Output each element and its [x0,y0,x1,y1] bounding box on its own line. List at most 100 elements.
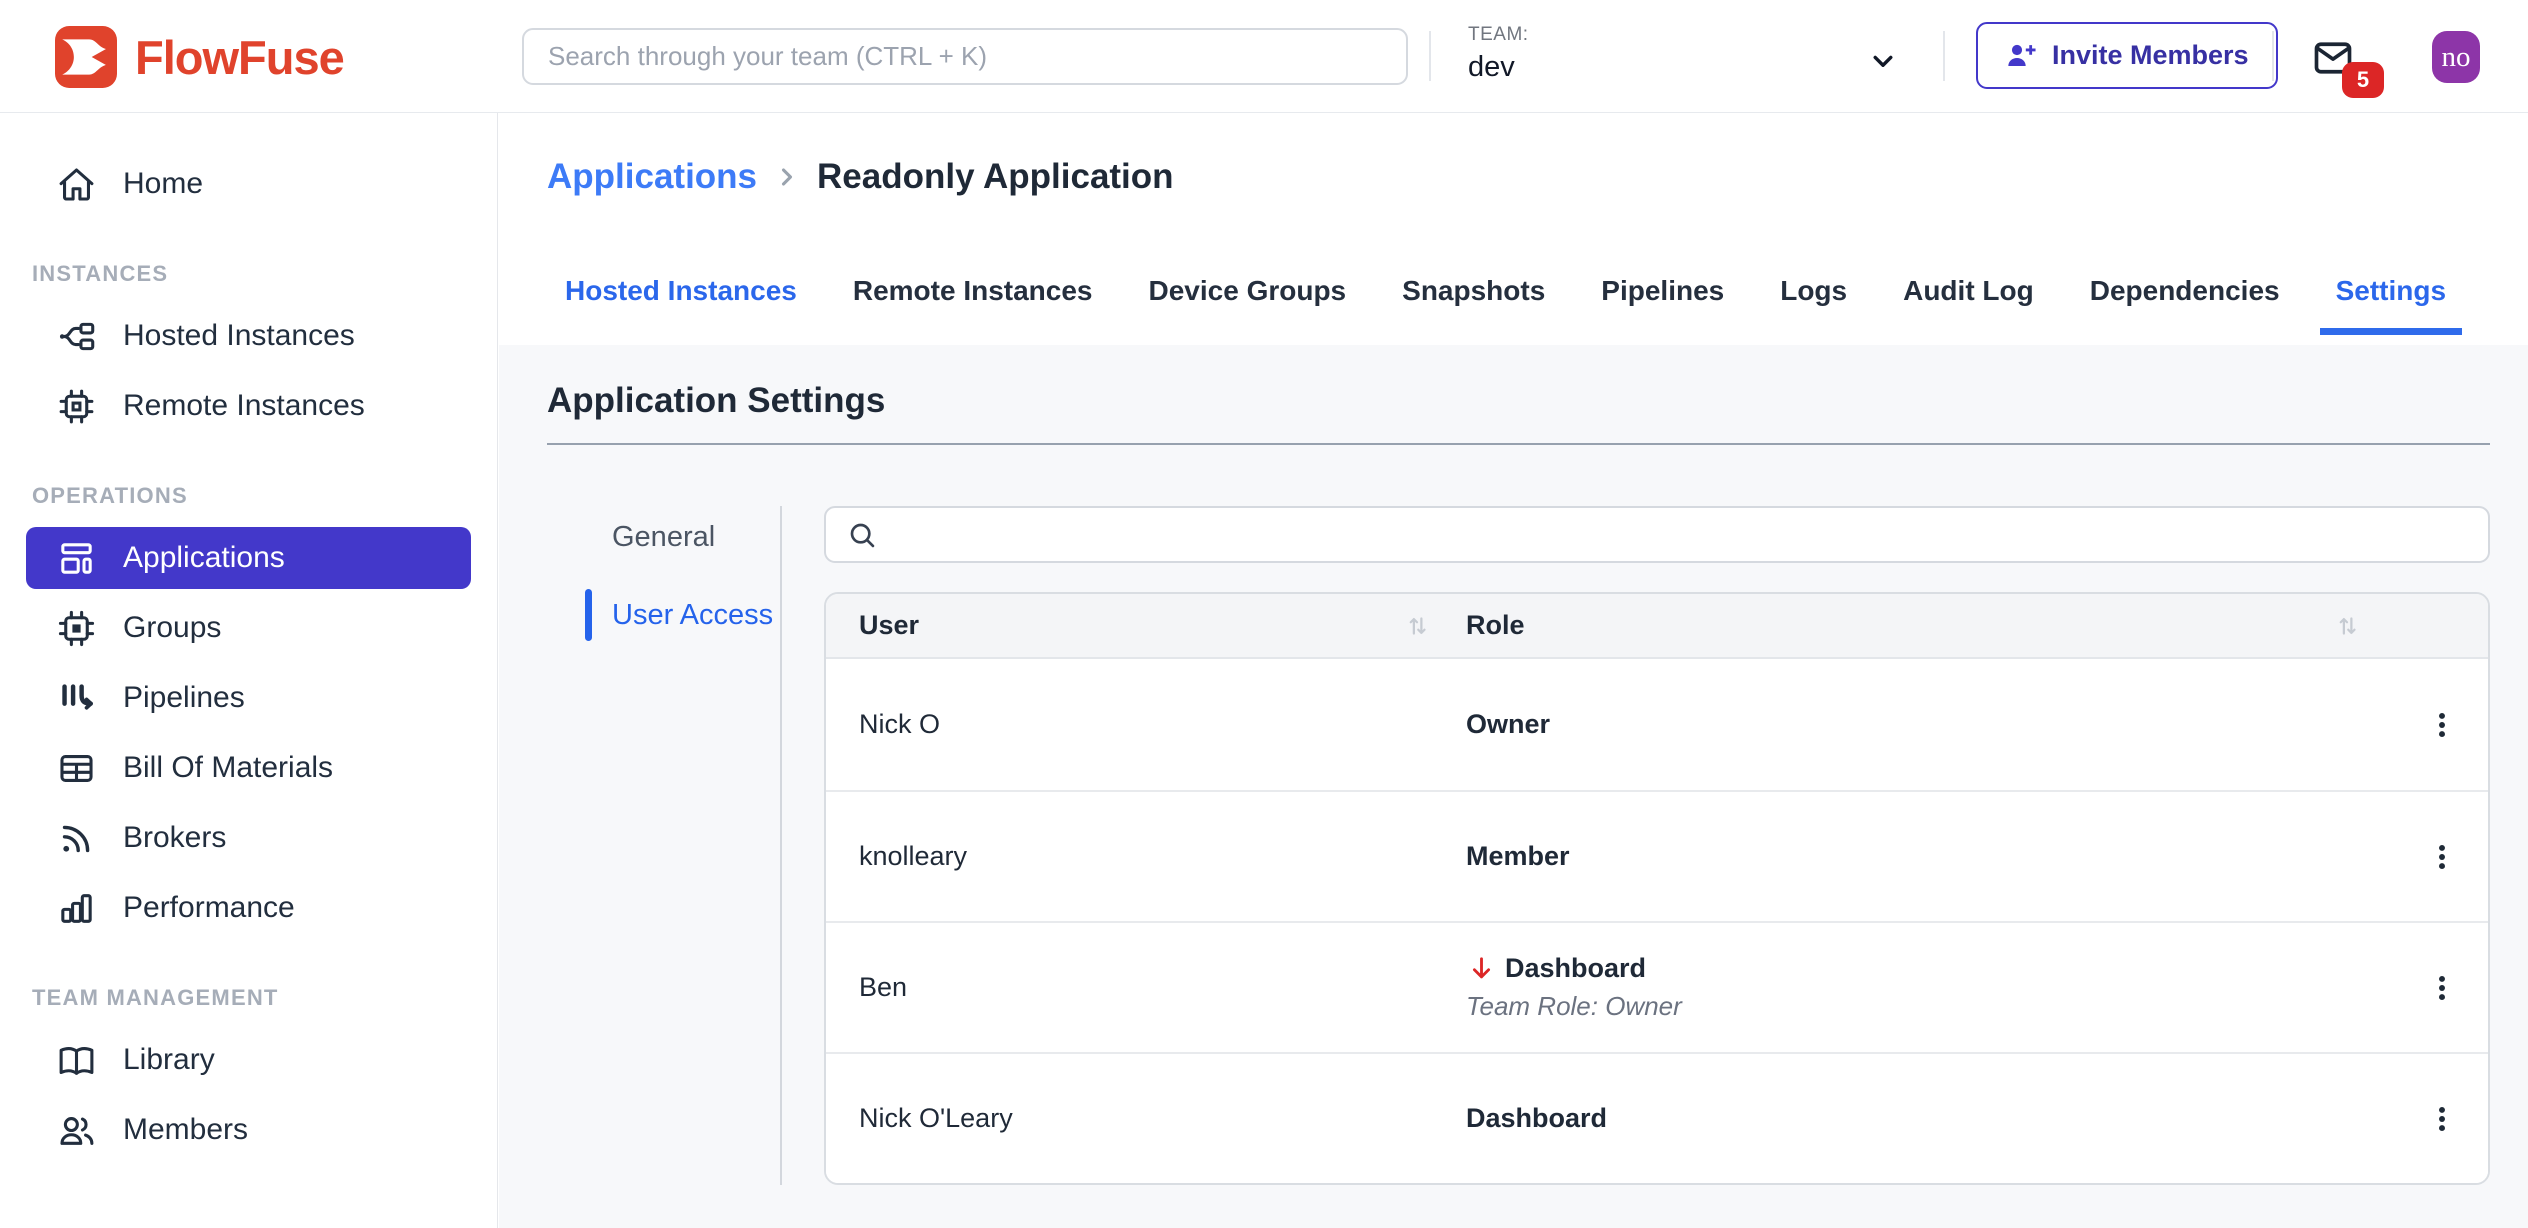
kebab-menu-icon [2425,971,2459,1005]
sidebar-item-label: Applications [123,541,285,575]
team-label: TEAM: [1468,24,1529,46]
user-search-box [824,506,2490,563]
bar-chart-icon [56,888,97,929]
team-selector[interactable]: TEAM: dev [1468,24,1529,84]
sidebar-section-operations: OPERATIONS [32,483,497,509]
sidebar-section-instances: INSTANCES [32,261,497,287]
tab-device-groups[interactable]: Device Groups [1133,253,1363,335]
sort-icon[interactable] [2332,611,2362,641]
hosted-instances-icon [56,316,97,357]
chevron-down-icon[interactable] [1866,44,1900,78]
role-override-arrow-down-icon [1466,953,1497,984]
chip-icon [56,386,97,427]
sidebar-item-performance[interactable]: Performance [26,877,471,939]
user-role-with-note: Dashboard Team Role: Owner [1466,953,2396,1022]
table-row: Nick O'Leary Dashboard [826,1052,2488,1183]
settings-subnav: General User Access [499,506,780,1185]
sidebar-item-home[interactable]: Home [26,153,471,215]
application-tabs: Hosted Instances Remote Instances Device… [549,253,2528,335]
applications-icon [56,538,97,579]
kebab-menu-icon [2425,1102,2459,1136]
groups-icon [56,608,97,649]
home-icon [56,164,97,205]
row-menu-button[interactable] [2396,659,2488,790]
row-menu-button[interactable] [2396,1054,2488,1183]
sidebar-item-label: Performance [123,891,295,925]
sidebar-item-label: Bill Of Materials [123,751,333,785]
user-role: Dashboard [1466,1103,2396,1134]
sort-icon[interactable] [1402,611,1432,641]
team-search-input[interactable] [522,28,1408,85]
sidebar-item-pipelines[interactable]: Pipelines [26,667,471,729]
row-menu-button[interactable] [2396,923,2488,1052]
tab-remote-instances[interactable]: Remote Instances [837,253,1109,335]
subnav-label: User Access [612,599,773,632]
column-header-role[interactable]: Role [1466,610,1525,641]
table-row: Nick O Owner [826,659,2488,790]
sidebar-item-label: Groups [123,611,221,645]
tab-hosted-instances[interactable]: Hosted Instances [549,253,813,335]
sidebar-item-brokers[interactable]: Brokers [26,807,471,869]
kebab-menu-icon [2425,708,2459,742]
tab-logs[interactable]: Logs [1764,253,1863,335]
user-search-input[interactable] [892,519,2468,550]
sidebar-item-remote-instances[interactable]: Remote Instances [26,375,471,437]
tab-pipelines[interactable]: Pipelines [1585,253,1740,335]
sidebar-item-hosted-instances[interactable]: Hosted Instances [26,305,471,367]
sidebar-item-bill-of-materials[interactable]: Bill Of Materials [26,737,471,799]
user-name: Nick O [826,709,1466,740]
brand-wordmark: FlowFuse [135,30,344,85]
invite-members-button[interactable]: Invite Members [1976,22,2278,89]
breadcrumb-current: Readonly Application [817,157,1174,197]
sidebar-item-library[interactable]: Library [26,1029,471,1091]
sidebar-item-applications[interactable]: Applications [26,527,471,589]
column-header-user[interactable]: User [859,610,919,641]
user-add-icon [2005,40,2037,72]
sidebar-item-label: Hosted Instances [123,319,355,353]
book-open-icon [56,1040,97,1081]
breadcrumb-applications-link[interactable]: Applications [547,157,757,197]
row-menu-button[interactable] [2396,792,2488,921]
user-name: Nick O'Leary [826,1103,1466,1134]
sidebar-item-label: Brokers [123,821,226,855]
team-name: dev [1468,51,1529,84]
breadcrumb: Applications Readonly Application [547,157,2528,197]
title-divider [547,443,2490,445]
sidebar-item-members[interactable]: Members [26,1099,471,1161]
sidebar-item-groups[interactable]: Groups [26,597,471,659]
table-row: Ben Dashboard Team Role: Owner [826,921,2488,1052]
sidebar-item-label: Remote Instances [123,389,365,423]
flowfuse-logo[interactable]: FlowFuse [55,26,344,88]
sidebar-item-label: Library [123,1043,215,1077]
settings-content: Application Settings General User Access [499,345,2528,1228]
header-divider [1943,31,1945,81]
user-access-panel: User Role [780,506,2490,1185]
header-divider [2272,31,2274,81]
page-title: Application Settings [547,381,2528,421]
header-divider [1429,31,1431,81]
sidebar: Home INSTANCES Hosted Instances Remote I… [0,113,498,1228]
rss-icon [56,818,97,859]
notification-count-badge: 5 [2342,62,2384,98]
user-name: Ben [826,972,1466,1003]
sidebar-section-team-management: TEAM MANAGEMENT [32,985,497,1011]
tab-audit-log[interactable]: Audit Log [1887,253,2050,335]
invite-members-label: Invite Members [2052,40,2249,71]
tab-snapshots[interactable]: Snapshots [1386,253,1561,335]
subnav-label: General [612,521,715,554]
user-access-table: User Role [824,592,2490,1185]
users-icon [56,1110,97,1151]
table-header-row: User Role [826,594,2488,659]
pipelines-icon [56,678,97,719]
user-avatar[interactable]: no [2432,31,2480,83]
subnav-item-user-access[interactable]: User Access [499,584,780,646]
team-role-note: Team Role: Owner [1466,991,2396,1022]
subnav-item-general[interactable]: General [499,506,780,568]
user-role: Member [1466,841,2396,872]
chevron-right-icon [773,163,801,191]
tab-settings[interactable]: Settings [2320,253,2462,335]
flowfuse-logo-icon [55,26,117,88]
tab-dependencies[interactable]: Dependencies [2074,253,2296,335]
sidebar-item-label: Members [123,1113,248,1147]
notifications-button[interactable]: 5 [2308,36,2388,100]
